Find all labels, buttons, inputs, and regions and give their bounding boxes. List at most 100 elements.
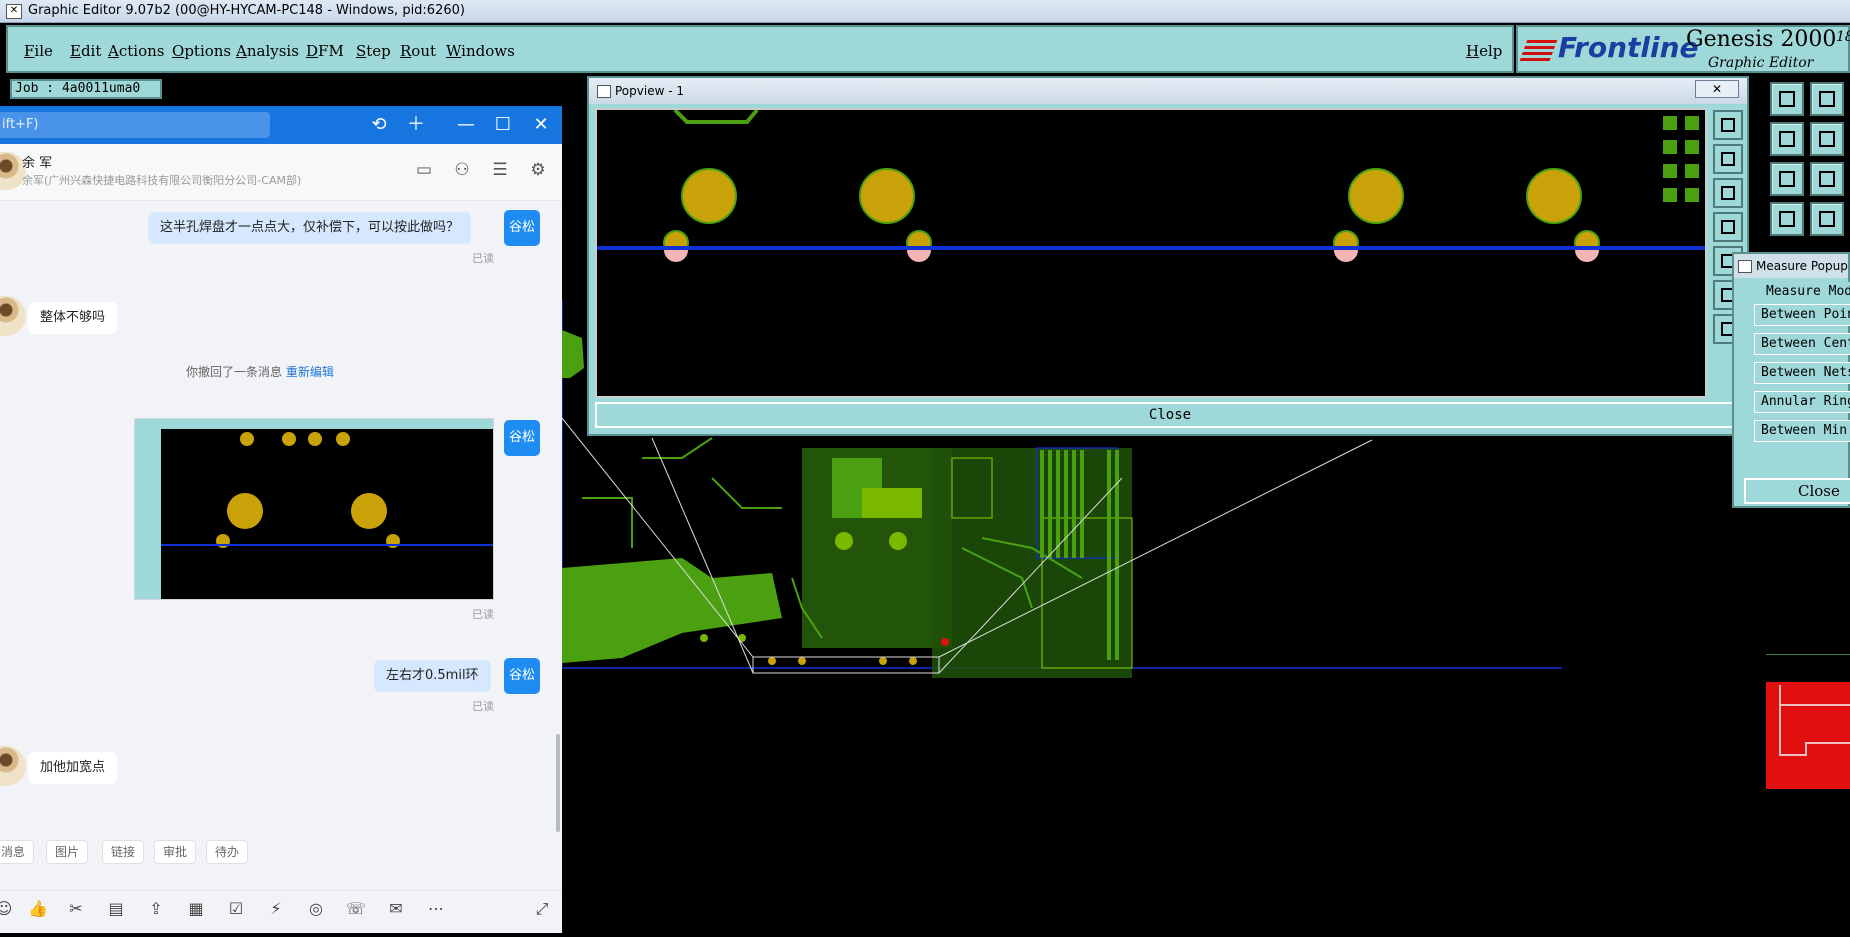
popview-close-x-button[interactable]: ✕ — [1695, 80, 1739, 98]
menu-actions[interactable]: Actions — [108, 42, 164, 60]
mail-icon[interactable]: ✉ — [384, 897, 408, 921]
menu-file[interactable]: File — [24, 42, 53, 60]
pan-left-tool-button[interactable] — [1770, 122, 1804, 156]
popview-close-button[interactable]: Close — [595, 402, 1745, 428]
read-status: 已读 — [472, 700, 494, 713]
menu-dfm[interactable]: DFM — [306, 42, 344, 60]
my-avatar: 谷松 — [504, 210, 540, 246]
popview-canvas[interactable] — [595, 108, 1707, 398]
window-title: Graphic Editor 9.07b2 (00@HY-HYCAM-PC148… — [28, 3, 465, 18]
contact-name: 余 军 — [22, 156, 53, 171]
add-icon[interactable]: ＋ — [405, 114, 427, 136]
measure-tool-button[interactable] — [1770, 202, 1804, 236]
measure-between-points[interactable]: Between Points — [1754, 304, 1850, 326]
logo-subtitle: Graphic Editor — [1708, 55, 1814, 71]
message-theirs-1[interactable]: 整体不够吗 — [28, 302, 118, 334]
menu-rout[interactable]: Rout — [400, 42, 436, 60]
grid-tool-button[interactable] — [1810, 202, 1844, 236]
menu-analysis[interactable]: Analysis — [236, 42, 299, 60]
close-icon[interactable]: ✕ — [530, 114, 552, 136]
pan-down-tool-button[interactable] — [1810, 82, 1844, 116]
chat-input-toolbar: ☺ 👍 ✂ ▤ ⇪ ▦ ☑ ⚡ ◎ ☏ ✉ ⋯ ⤢ — [0, 890, 562, 927]
my-avatar: 谷松 — [504, 658, 540, 694]
main-menu-bar: File Edit Actions Options Analysis DFM S… — [6, 25, 1514, 73]
window-title-bar: ✕ Graphic Editor 9.07b2 (00@HY-HYCAM-PC1… — [0, 0, 1850, 23]
message-theirs-2[interactable]: 加他加宽点 — [28, 752, 118, 784]
expand-icon[interactable]: ⤢ — [530, 897, 554, 921]
menu-options[interactable]: Options — [172, 42, 231, 60]
tab-approval[interactable]: 审批 — [154, 840, 197, 864]
minimize-icon[interactable]: — — [455, 114, 477, 136]
measure-header: Measure Mode — [1760, 282, 1850, 304]
tab-links[interactable]: 链接 — [102, 840, 145, 864]
upload-icon[interactable]: ⇪ — [144, 897, 168, 921]
menu-help[interactable]: Help — [1466, 42, 1502, 60]
emoji-icon[interactable]: ☺ — [0, 897, 16, 921]
my-avatar: 谷松 — [504, 420, 540, 456]
zoom-home-icon — [1721, 118, 1735, 132]
maximize-icon[interactable]: ☐ — [492, 114, 514, 136]
phone-icon[interactable]: ☏ — [344, 897, 368, 921]
pan-down-icon — [1819, 91, 1835, 107]
chat-scrollbar[interactable] — [556, 734, 560, 832]
measure-popup: Measure Popup Measure Mode Between Point… — [1732, 252, 1850, 508]
frontline-flag-icon — [1519, 37, 1559, 61]
recall-notice-text: 你撤回了一条消息 — [186, 365, 283, 379]
pan-up-icon — [1779, 91, 1795, 107]
document-icon[interactable]: ▤ — [104, 897, 128, 921]
tab-messages[interactable]: 消息 — [0, 840, 35, 864]
logo-product: Genesis 2000 — [1686, 27, 1837, 52]
settings-gear-icon[interactable]: ⚙ — [526, 158, 550, 182]
camera-icon[interactable]: ◎ — [304, 897, 328, 921]
lightning-icon[interactable]: ⚡ — [264, 897, 288, 921]
measure-between-min[interactable]: Between Min — [1754, 420, 1850, 442]
pan-up-tool-button[interactable] — [1770, 82, 1804, 116]
calendar-icon[interactable]: ▦ — [184, 897, 208, 921]
measure-annular-ring[interactable]: Annular Ring — [1754, 391, 1850, 413]
thumbs-up-icon[interactable]: 👍 — [26, 897, 50, 921]
search-history-icon[interactable]: ☰ — [488, 158, 512, 182]
popview-zoomed-pcb — [597, 108, 1705, 262]
contact-avatar — [0, 296, 26, 336]
message-mine-2[interactable]: 左右才0.5mil环 — [374, 660, 491, 692]
chat-search-input[interactable]: ift+F) — [0, 112, 270, 138]
measure-icon — [1779, 211, 1795, 227]
menu-step[interactable]: Step — [356, 42, 391, 60]
add-member-icon[interactable]: ⚇ — [450, 158, 474, 182]
measure-between-centers[interactable]: Between Centers — [1754, 333, 1850, 355]
measure-close-button[interactable]: Close — [1744, 478, 1850, 504]
zoom-out-icon — [1819, 171, 1835, 187]
read-status: 已读 — [472, 608, 494, 621]
chat-top-bar: ift+F) ⟲ ＋ — ☐ ✕ — [0, 106, 562, 144]
popview-zoom-home-button[interactable] — [1713, 110, 1743, 140]
tab-todo[interactable]: 待办 — [206, 840, 249, 864]
folder-icon[interactable]: ▭ — [412, 158, 436, 182]
popview-pan-left-button[interactable] — [1713, 212, 1743, 242]
re-edit-link[interactable]: 重新编辑 — [286, 365, 334, 379]
zoom-in-icon — [1779, 171, 1795, 187]
menu-windows[interactable]: Windows — [446, 42, 515, 60]
more-icon[interactable]: ⋯ — [424, 897, 448, 921]
layer-preview-graphic — [1766, 682, 1850, 789]
app-icon: ✕ — [6, 4, 22, 19]
history-icon[interactable]: ⟲ — [368, 114, 390, 136]
popview-pan-up-button[interactable] — [1713, 144, 1743, 174]
scissors-icon[interactable]: ✂ — [64, 897, 88, 921]
layer-preview — [1766, 654, 1850, 790]
menu-edit[interactable]: Edit — [70, 42, 101, 60]
recall-notice: 你撤回了一条消息 重新编辑 — [186, 363, 334, 380]
frontline-logo: Frontline Genesis 2000 Graphic Editor 18 — [1516, 25, 1850, 73]
message-image[interactable] — [134, 418, 494, 600]
popview-pan-down-button[interactable] — [1713, 178, 1743, 208]
contact-subtitle: 余军(广州兴森快捷电路科技有限公司衡阳分公司-CAM部) — [22, 174, 302, 187]
zoom-out-tool-button[interactable] — [1810, 162, 1844, 196]
chat-header: 余 军 余军(广州兴森快捷电路科技有限公司衡阳分公司-CAM部) ▭ ⚇ ☰ ⚙ — [0, 144, 562, 201]
zoom-in-tool-button[interactable] — [1770, 162, 1804, 196]
tab-images[interactable]: 图片 — [46, 840, 89, 864]
logo-brand: Frontline — [1558, 31, 1699, 64]
measure-between-nets[interactable]: Between Nets — [1754, 362, 1850, 384]
task-check-icon[interactable]: ☑ — [224, 897, 248, 921]
message-mine-1[interactable]: 这半孔焊盘才一点点大，仅补偿下，可以按此做吗？ — [148, 212, 472, 244]
pan-up-icon — [1721, 152, 1735, 166]
pan-right-tool-button[interactable] — [1810, 122, 1844, 156]
